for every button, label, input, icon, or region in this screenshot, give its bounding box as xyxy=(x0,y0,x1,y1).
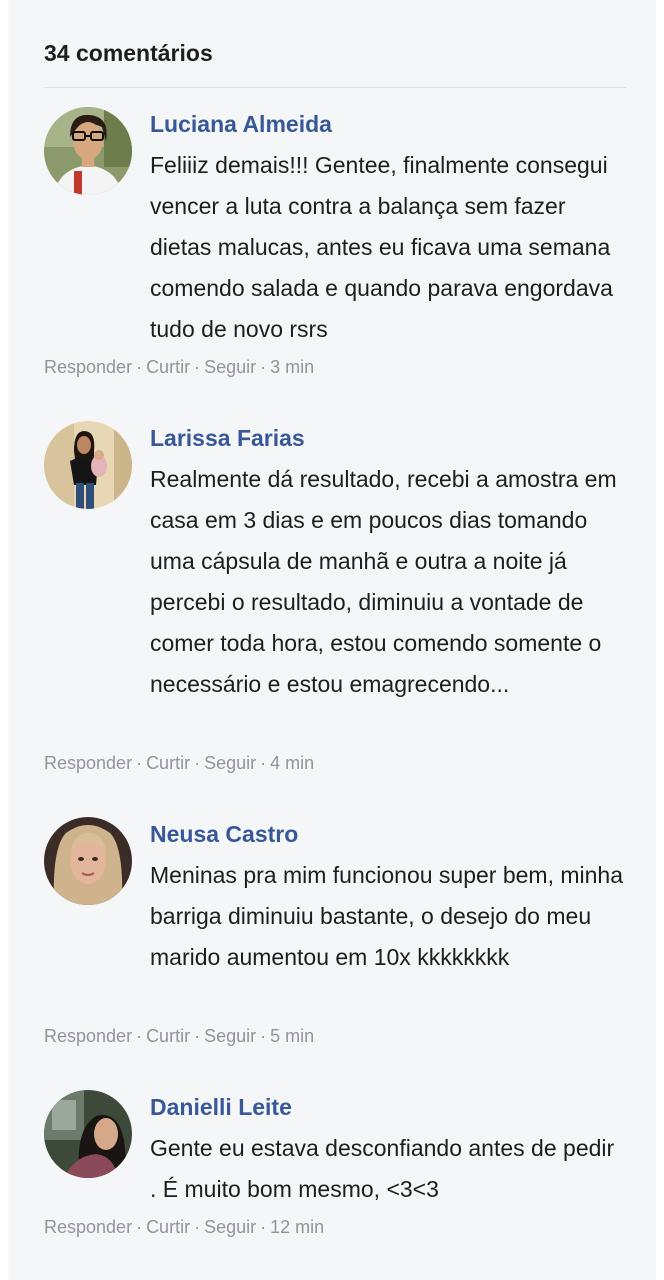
comment-author[interactable]: Larissa Farias xyxy=(150,425,305,452)
separator: · xyxy=(194,1026,201,1046)
reply-link[interactable]: Responder xyxy=(44,1026,132,1046)
separator: · xyxy=(136,753,143,773)
reply-link[interactable]: Responder xyxy=(44,753,132,773)
avatar[interactable] xyxy=(44,107,132,195)
reply-link[interactable]: Responder xyxy=(44,1217,132,1237)
like-link[interactable]: Curtir xyxy=(146,1026,190,1046)
avatar[interactable] xyxy=(44,1090,132,1178)
comment-author[interactable]: Danielli Leite xyxy=(150,1094,292,1121)
separator: · xyxy=(260,753,267,773)
reply-link[interactable]: Responder xyxy=(44,357,132,377)
comment-author[interactable]: Luciana Almeida xyxy=(150,111,332,138)
comment-actions: Responder · Curtir · Seguir · 5 min xyxy=(44,1026,314,1047)
comment-author[interactable]: Neusa Castro xyxy=(150,821,298,848)
follow-link[interactable]: Seguir xyxy=(204,1026,256,1046)
follow-link[interactable]: Seguir xyxy=(204,357,256,377)
comment-timestamp: 12 min xyxy=(270,1217,325,1237)
separator: · xyxy=(260,357,267,377)
like-link[interactable]: Curtir xyxy=(146,357,190,377)
follow-link[interactable]: Seguir xyxy=(204,753,256,773)
avatar[interactable] xyxy=(44,817,132,905)
comment-timestamp: 4 min xyxy=(270,753,315,773)
comment-actions: Responder · Curtir · Seguir · 12 min xyxy=(44,1217,324,1238)
follow-link[interactable]: Seguir xyxy=(204,1217,256,1237)
separator: · xyxy=(194,753,201,773)
comment-timestamp: 5 min xyxy=(270,1026,315,1046)
comment-actions: Responder · Curtir · Seguir · 3 min xyxy=(44,357,314,378)
comment-text: Meninas pra mim funcionou super bem, min… xyxy=(150,862,624,970)
separator: · xyxy=(136,1217,143,1237)
comment-actions: Responder · Curtir · Seguir · 4 min xyxy=(44,753,314,774)
separator: · xyxy=(260,1217,267,1237)
like-link[interactable]: Curtir xyxy=(146,1217,190,1237)
avatar[interactable] xyxy=(44,421,132,509)
comments-panel: 34 comentários Luciana Almeida Feliiiz d… xyxy=(9,0,656,1280)
comment-text: Feliiiz demais!!! Gentee, finalmente con… xyxy=(150,152,613,342)
separator: · xyxy=(260,1026,267,1046)
header-divider xyxy=(44,87,626,88)
separator: · xyxy=(136,1026,143,1046)
like-link[interactable]: Curtir xyxy=(146,753,190,773)
comment-text: Gente eu estava desconfiando antes de pe… xyxy=(150,1135,615,1202)
comment-timestamp: 3 min xyxy=(270,357,315,377)
comments-count-heading: 34 comentários xyxy=(44,40,213,66)
separator: · xyxy=(136,357,143,377)
separator: · xyxy=(194,1217,201,1237)
comment-text: Realmente dá resultado, recebi a amostra… xyxy=(150,466,617,697)
separator: · xyxy=(194,357,201,377)
